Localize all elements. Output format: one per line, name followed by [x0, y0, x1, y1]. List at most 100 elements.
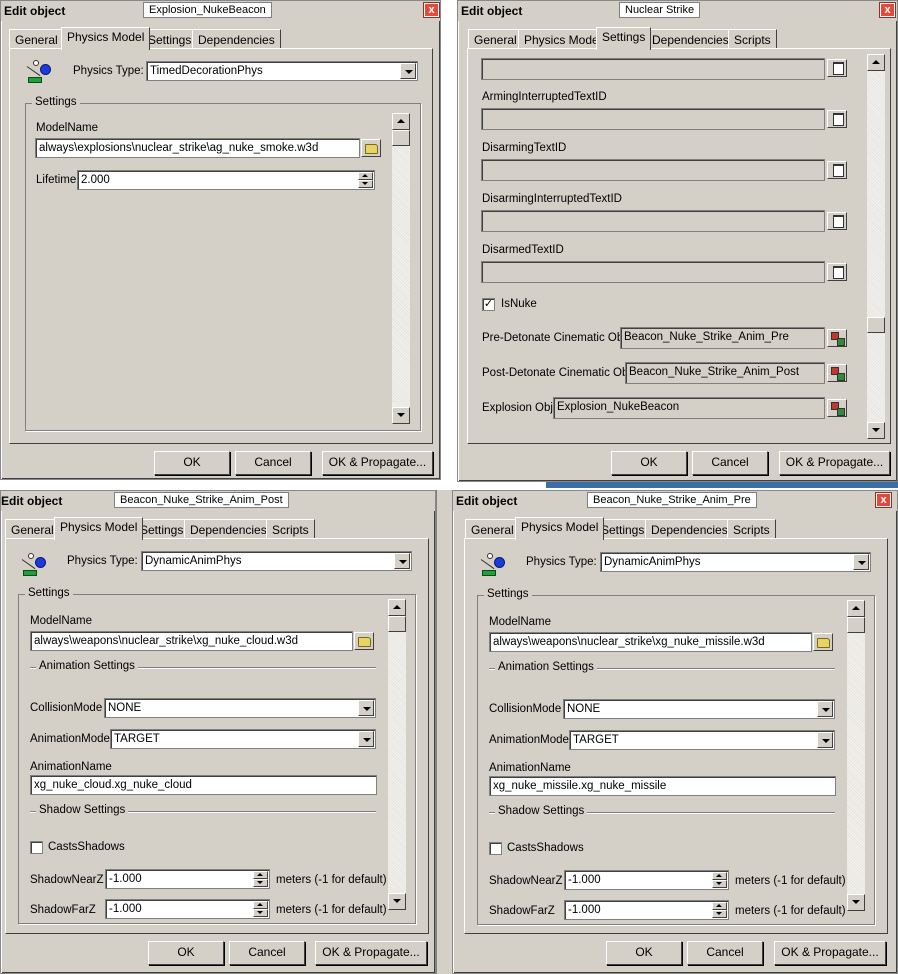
- spin-down-icon[interactable]: [358, 180, 373, 188]
- is-nuke-checkbox[interactable]: ✓: [482, 298, 495, 311]
- disarmed-picker-icon[interactable]: [827, 263, 847, 281]
- tab-general[interactable]: General: [465, 519, 520, 539]
- casts-shadows-checkbox[interactable]: [30, 841, 43, 854]
- spin-up-icon[interactable]: [712, 902, 727, 910]
- spin-up-icon[interactable]: [358, 172, 373, 180]
- shadow-near-spinner[interactable]: [712, 872, 727, 888]
- close-icon[interactable]: x: [423, 2, 440, 18]
- settings-scrollbar[interactable]: [847, 600, 865, 911]
- animation-mode-select[interactable]: TARGET: [110, 729, 376, 749]
- disarming-interrupted-input[interactable]: [481, 210, 825, 232]
- title-bar[interactable]: Edit object Nuclear Strike x: [458, 1, 897, 21]
- disarming-picker-icon[interactable]: [827, 161, 847, 179]
- tab-physics-model[interactable]: Physics Model: [61, 27, 151, 50]
- chevron-down-icon[interactable]: [400, 63, 416, 79]
- ok-propagate-button[interactable]: OK & Propagate...: [774, 941, 886, 965]
- scroll-down-icon[interactable]: [847, 894, 865, 911]
- shadow-far-spinner[interactable]: [253, 901, 268, 917]
- settings-scrollbar[interactable]: [392, 113, 410, 424]
- spin-up-icon[interactable]: [253, 871, 268, 879]
- lifetime-input[interactable]: 2.000: [77, 170, 375, 190]
- cancel-button[interactable]: Cancel: [692, 451, 768, 475]
- shadow-near-spinner[interactable]: [253, 871, 268, 887]
- shadow-near-input[interactable]: -1.000: [564, 870, 729, 890]
- lifetime-spinner[interactable]: [358, 172, 373, 188]
- title-bar[interactable]: Edit object Explosion_NukeBeacon x: [1, 1, 440, 21]
- browse-folder-icon[interactable]: [813, 633, 833, 651]
- tab-settings[interactable]: Settings: [596, 27, 652, 50]
- spin-up-icon[interactable]: [253, 901, 268, 909]
- tab-scripts[interactable]: Scripts: [728, 29, 777, 49]
- model-name-input[interactable]: always\weapons\nuclear_strike\xg_nuke_mi…: [489, 632, 812, 652]
- scroll-down-icon[interactable]: [388, 893, 406, 910]
- ok-propagate-button[interactable]: OK & Propagate...: [322, 451, 433, 475]
- cancel-button[interactable]: Cancel: [235, 451, 311, 475]
- shadow-far-spinner[interactable]: [712, 902, 727, 918]
- model-name-input[interactable]: always\weapons\nuclear_strike\xg_nuke_cl…: [30, 631, 353, 651]
- spin-down-icon[interactable]: [712, 880, 727, 888]
- spin-up-icon[interactable]: [712, 872, 727, 880]
- shadow-far-input[interactable]: -1.000: [105, 899, 270, 919]
- tab-dependencies[interactable]: Dependencies: [184, 519, 273, 539]
- scroll-thumb[interactable]: [847, 617, 865, 633]
- tab-dependencies[interactable]: Dependencies: [192, 29, 281, 49]
- close-icon[interactable]: x: [875, 492, 892, 508]
- tab-physics-model[interactable]: Physics Model: [54, 517, 144, 540]
- collision-mode-select[interactable]: NONE: [104, 698, 376, 718]
- scroll-up-icon[interactable]: [867, 54, 885, 71]
- scroll-down-icon[interactable]: [867, 422, 885, 439]
- disarming-interrupted-picker-icon[interactable]: [827, 212, 847, 230]
- arming-interrupted-picker-icon[interactable]: [827, 110, 847, 128]
- post-detonate-input[interactable]: Beacon_Nuke_Strike_Anim_Post: [625, 362, 825, 384]
- spin-down-icon[interactable]: [253, 879, 268, 887]
- ok-button[interactable]: OK: [611, 451, 687, 475]
- title-bar[interactable]: Edit object Beacon_Nuke_Strike_Anim_Pre …: [453, 491, 897, 511]
- pre-detonate-picker-icon[interactable]: [827, 329, 847, 347]
- explosion-obj-input[interactable]: Explosion_NukeBeacon: [553, 397, 825, 419]
- physics-type-select[interactable]: DynamicAnimPhys: [141, 551, 412, 571]
- casts-shadows-checkbox[interactable]: [489, 842, 502, 855]
- browse-folder-icon[interactable]: [354, 632, 374, 650]
- scroll-thumb[interactable]: [867, 317, 885, 333]
- title-bar[interactable]: Edit object Beacon_Nuke_Strike_Anim_Post: [1, 491, 435, 511]
- tab-dependencies[interactable]: Dependencies: [645, 519, 734, 539]
- chevron-down-icon[interactable]: [394, 553, 410, 569]
- tab-scripts[interactable]: Scripts: [727, 519, 776, 539]
- tab-physics-model[interactable]: Physics Model: [515, 517, 605, 540]
- tab-general[interactable]: General: [468, 29, 523, 49]
- tab-dependencies[interactable]: Dependencies: [646, 29, 735, 49]
- scroll-thumb[interactable]: [392, 130, 410, 146]
- cancel-button[interactable]: Cancel: [229, 941, 305, 965]
- scroll-thumb[interactable]: [388, 616, 406, 632]
- settings-scrollbar[interactable]: [388, 599, 406, 910]
- chevron-down-icon[interactable]: [817, 701, 833, 717]
- chevron-down-icon[interactable]: [358, 700, 374, 716]
- tab-general[interactable]: General: [5, 519, 60, 539]
- animation-name-input[interactable]: xg_nuke_missile.xg_nuke_missile: [489, 776, 836, 796]
- scroll-up-icon[interactable]: [847, 600, 865, 617]
- scroll-up-icon[interactable]: [392, 113, 410, 130]
- chevron-down-icon[interactable]: [358, 731, 374, 747]
- pre-detonate-input[interactable]: Beacon_Nuke_Strike_Anim_Pre: [620, 327, 825, 349]
- shadow-far-input[interactable]: -1.000: [564, 900, 729, 920]
- ok-button[interactable]: OK: [154, 451, 230, 475]
- collision-mode-select[interactable]: NONE: [563, 699, 835, 719]
- spin-down-icon[interactable]: [253, 909, 268, 917]
- text-id-picker-icon[interactable]: [827, 59, 847, 77]
- model-name-input[interactable]: always\explosions\nuclear_strike\ag_nuke…: [35, 138, 360, 158]
- ok-button[interactable]: OK: [606, 941, 682, 965]
- arming-interrupted-input[interactable]: [481, 108, 825, 130]
- text-id-input[interactable]: [481, 58, 825, 80]
- scroll-up-icon[interactable]: [388, 599, 406, 616]
- animation-mode-select[interactable]: TARGET: [569, 730, 835, 750]
- tab-general[interactable]: General: [9, 29, 64, 49]
- settings-scrollbar[interactable]: [867, 54, 885, 439]
- chevron-down-icon[interactable]: [817, 732, 833, 748]
- ok-propagate-button[interactable]: OK & Propagate...: [779, 451, 890, 475]
- close-icon[interactable]: x: [879, 2, 896, 18]
- chevron-down-icon[interactable]: [853, 554, 869, 570]
- physics-type-select[interactable]: DynamicAnimPhys: [600, 552, 871, 572]
- disarming-input[interactable]: [481, 159, 825, 181]
- animation-name-input[interactable]: xg_nuke_cloud.xg_nuke_cloud: [30, 775, 377, 795]
- cancel-button[interactable]: Cancel: [687, 941, 763, 965]
